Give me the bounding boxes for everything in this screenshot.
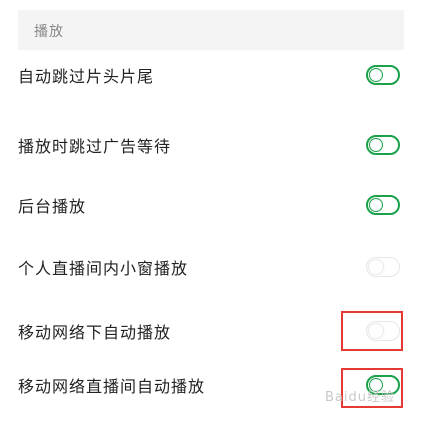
toggle-switch[interactable]: [366, 135, 400, 155]
setting-label: 个人直播间内小窗播放: [18, 259, 189, 278]
section-header-playback: 播放: [18, 10, 404, 50]
toggle-knob: [369, 198, 383, 212]
setting-label: 移动网络下自动播放: [18, 323, 172, 342]
highlight-box-mobile-autoplay: [341, 311, 403, 351]
setting-label: 自动跳过片头片尾: [18, 67, 155, 86]
setting-label: 移动网络直播间自动播放: [18, 377, 206, 396]
toggle-knob: [369, 260, 383, 274]
section-title: 播放: [34, 24, 64, 40]
setting-row-mini-window[interactable]: 个人直播间内小窗播放: [18, 238, 404, 296]
toggle-switch[interactable]: [366, 195, 400, 215]
toggle-knob: [369, 138, 383, 152]
setting-row-skip-ads[interactable]: 播放时跳过广告等待: [18, 116, 404, 174]
setting-label: 后台播放: [18, 197, 87, 216]
setting-row-skip-intro[interactable]: 自动跳过片头片尾: [18, 46, 404, 104]
toggle-knob: [369, 68, 383, 82]
setting-label: 播放时跳过广告等待: [18, 137, 172, 156]
watermark: Baidu经验: [325, 390, 395, 405]
toggle-switch[interactable]: [366, 65, 400, 85]
toggle-switch[interactable]: [366, 257, 400, 277]
setting-row-background-play[interactable]: 后台播放: [18, 176, 404, 234]
